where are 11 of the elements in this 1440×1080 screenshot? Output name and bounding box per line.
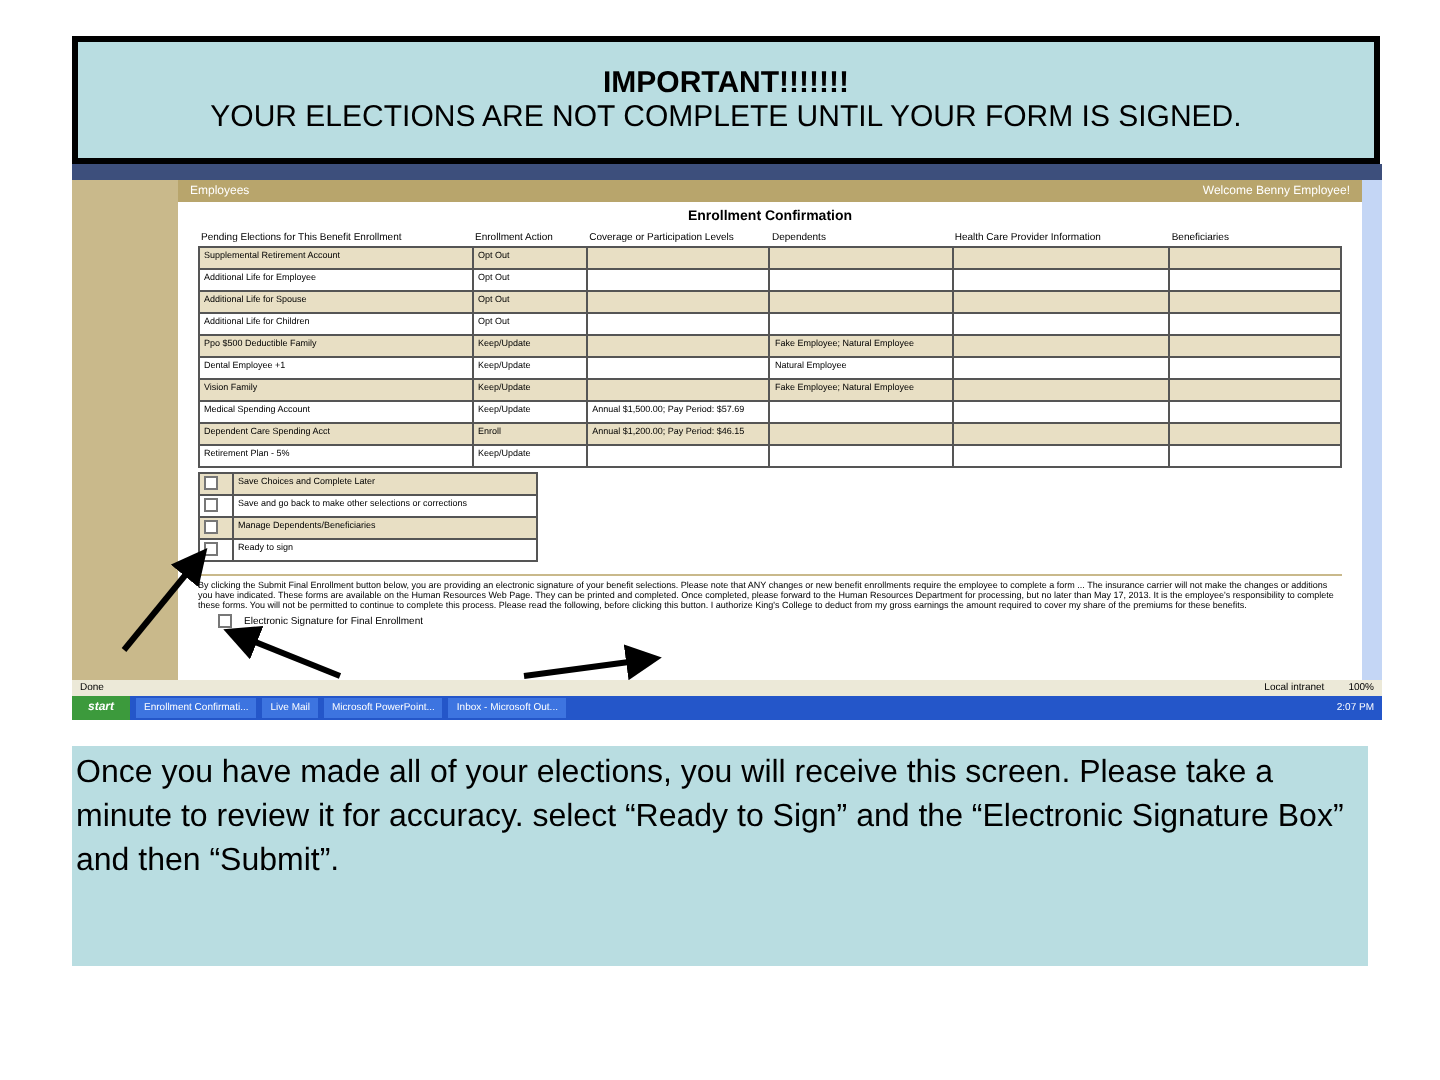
pointer-arrow (523, 644, 662, 681)
banner-message: YOUR ELECTIONS ARE NOT COMPLETE UNTIL YOUR FORM IS SIGNED. (210, 100, 1242, 134)
checkbox[interactable] (204, 520, 218, 534)
checkbox[interactable] (204, 542, 218, 556)
caption-text: Once you have made all of your elections, you will receive this screen. Please take a minute to review it for accuracy. select “Ready to Sign” and the “Electronic Signature Box” and then “Submit”. (76, 754, 1346, 882)
banner-heading: IMPORTANT!!!!!!! (602, 66, 849, 100)
signature-checkbox[interactable] (218, 614, 232, 628)
checkbox[interactable] (204, 476, 218, 490)
checkbox[interactable] (204, 498, 218, 512)
pointer-arrow (223, 625, 342, 679)
scrollbar[interactable] (1362, 180, 1382, 680)
